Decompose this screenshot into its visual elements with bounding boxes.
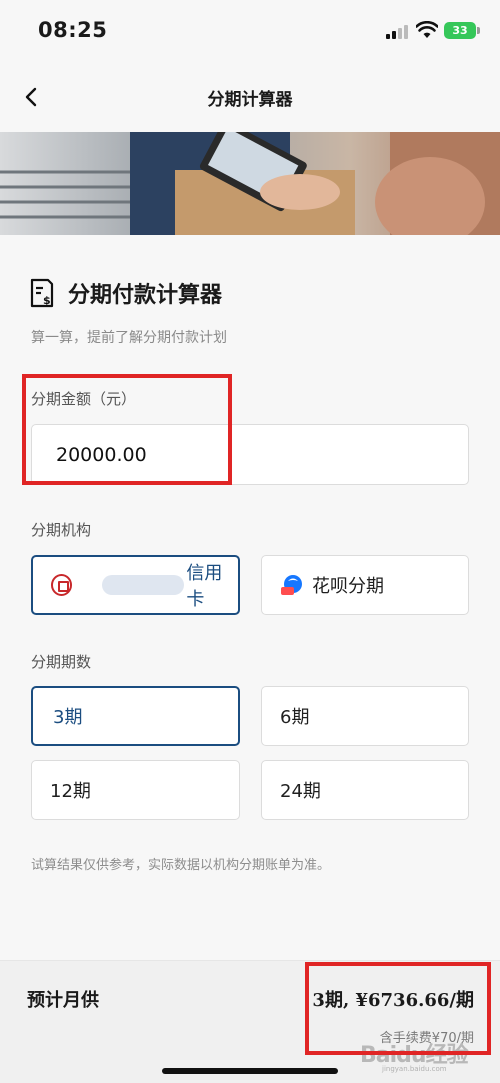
- status-bar: 08:25 33: [0, 0, 500, 62]
- term-option-3[interactable]: 3期: [31, 686, 240, 746]
- terms-label: 分期期数: [31, 653, 92, 671]
- calculator-panel: $ 分期付款计算器 算一算，提前了解分期付款计划 分期金额（元） 20000.0…: [0, 235, 500, 960]
- institution-label-credit-card: 信用卡: [186, 563, 223, 610]
- institution-label-huabei: 花呗分期: [312, 576, 384, 597]
- svg-text:$: $: [43, 294, 51, 307]
- disclaimer-text: 试算结果仅供参考，实际数据以机构分期账单为准。: [31, 858, 331, 873]
- baidu-watermark-url: jingyan.baidu.com: [382, 1065, 447, 1073]
- monthly-payment-result: 3期, ¥6736.66/期: [312, 990, 474, 1011]
- bank-logo-icon: [51, 574, 73, 596]
- term-option-6[interactable]: 6期: [261, 686, 469, 746]
- institution-huabei[interactable]: 花呗分期: [261, 555, 469, 615]
- wifi-icon: [416, 21, 438, 38]
- term-label: 12期: [50, 781, 91, 802]
- institution-label: 分期机构: [31, 521, 92, 539]
- calculator-heading: $ 分期付款计算器: [28, 277, 222, 309]
- monthly-payment-footer: 预计月供 3期, ¥6736.66/期 含手续费¥70/期 Baidu经验 ji…: [0, 960, 500, 1083]
- receipt-icon: $: [30, 278, 54, 308]
- banner-image: [0, 132, 500, 235]
- term-option-12[interactable]: 12期: [31, 760, 240, 820]
- amount-input[interactable]: 20000.00: [31, 424, 469, 485]
- term-option-24[interactable]: 24期: [261, 760, 469, 820]
- status-time: 08:25: [38, 18, 108, 42]
- term-label: 24期: [280, 781, 321, 802]
- battery-tip: [477, 27, 480, 34]
- institution-credit-card[interactable]: 信用卡: [31, 555, 240, 615]
- calculator-title: 分期付款计算器: [68, 283, 223, 308]
- home-indicator[interactable]: [162, 1068, 338, 1074]
- monthly-payment-label: 预计月供: [27, 990, 99, 1011]
- navigation-bar: 分期计算器: [0, 62, 500, 132]
- term-label: 6期: [280, 707, 310, 728]
- battery-icon: 33: [444, 22, 476, 39]
- bank-name-blurred: [102, 575, 185, 595]
- calculator-subtitle: 算一算，提前了解分期付款计划: [31, 330, 227, 346]
- huabei-logo-icon: [281, 575, 302, 595]
- amount-label: 分期金额（元）: [31, 390, 137, 408]
- banner-illustration: [0, 132, 500, 235]
- page-title: 分期计算器: [207, 90, 293, 110]
- term-label: 3期: [53, 707, 83, 728]
- cellular-signal-icon: [386, 24, 410, 39]
